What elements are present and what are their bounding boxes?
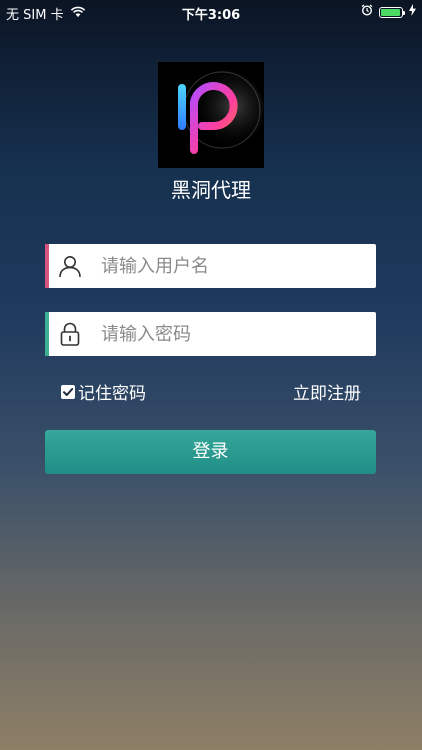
battery-level: [381, 8, 400, 16]
password-accent-bar: [45, 312, 49, 356]
username-field[interactable]: [45, 244, 376, 288]
username-accent-bar: [45, 244, 49, 288]
username-input[interactable]: [101, 244, 366, 288]
password-input[interactable]: [101, 312, 366, 356]
remember-label: 记住密码: [78, 384, 146, 404]
alarm-icon: [361, 4, 373, 20]
remember-checkbox[interactable]: [61, 384, 75, 399]
status-bar: 无 SIM 卡 下午3:06: [0, 0, 422, 24]
app-name: 黑洞代理: [171, 178, 251, 202]
battery-icon: [379, 6, 405, 18]
status-time: 下午3:06: [181, 8, 241, 23]
login-button[interactable]: 登录: [45, 430, 376, 474]
register-link[interactable]: 立即注册: [293, 379, 361, 404]
ip-logo-icon: [158, 62, 264, 168]
status-right: [361, 4, 416, 20]
password-field[interactable]: [45, 312, 376, 356]
remember-password-toggle[interactable]: 记住密码: [61, 379, 146, 404]
checkmark-icon: [63, 387, 74, 396]
user-icon: [57, 253, 83, 279]
lock-icon: [57, 321, 83, 347]
charging-icon: [409, 4, 416, 20]
